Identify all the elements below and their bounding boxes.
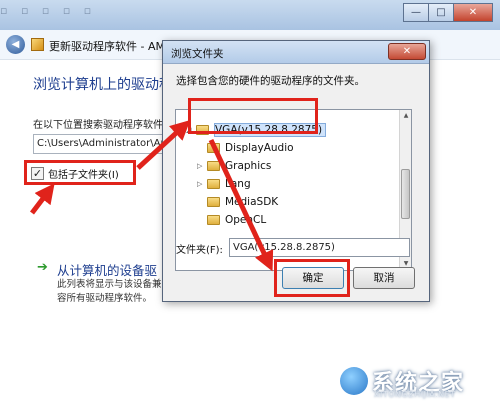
arrow-to-ok-button: [208, 138, 274, 272]
arrow-to-vga-folder: [136, 119, 191, 170]
annotation-arrows: [30, 119, 274, 272]
arrow-to-checkbox: [30, 183, 55, 215]
site-watermark: 系统之家 XITONGZHIJIA.NET: [340, 363, 495, 401]
watermark-logo-icon: [340, 367, 368, 395]
watermark-subtext: XITONGZHIJIA.NET: [374, 390, 456, 399]
